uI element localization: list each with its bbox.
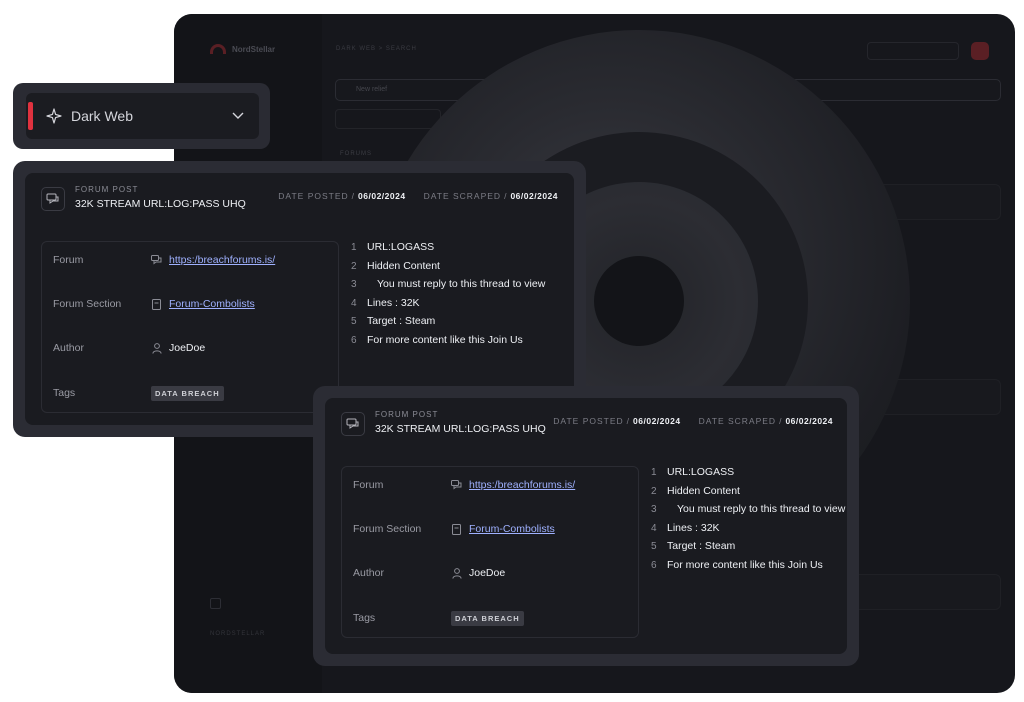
post-dates: DATE POSTED/06/02/2024 DATE SCRAPED/06/02… [553, 416, 833, 426]
forum-section-row: Forum Section Forum-Combolists [353, 519, 628, 539]
content-line: 6 For more content like this Join Us [651, 558, 823, 571]
chat-bubbles-icon [341, 412, 365, 436]
tag-badge[interactable]: DATA BREACH [451, 610, 524, 626]
date-posted-value: 06/02/2024 [358, 191, 406, 201]
author-value: JoeDoe [469, 567, 506, 579]
date-posted-value: 06/02/2024 [633, 416, 681, 426]
forum-post-card[interactable]: FORUM POST 32K STREAM URL:LOG:PASS UHQ D… [325, 398, 847, 654]
breadcrumb: DARK WEB > SEARCH [336, 46, 417, 52]
date-scraped-label: DATE SCRAPED [698, 416, 777, 426]
stage: NordStellar NORDSTELLAR DARK WEB > SEARC… [0, 0, 1024, 702]
forum-section-row: Forum Section Forum-Combolists [53, 294, 328, 314]
content-line: 3 You must reply to this thread to view [651, 503, 846, 515]
content-line: 6 For more content like this Join Us [351, 333, 523, 346]
tag-badge[interactable]: DATA BREACH [151, 385, 224, 401]
content-line: 1 URL:LOGASS [651, 466, 735, 478]
date-posted-label: DATE POSTED [278, 191, 349, 201]
user-icon [151, 342, 162, 354]
global-search[interactable] [867, 42, 959, 60]
source-dropdown[interactable]: Dark Web [26, 93, 259, 139]
forum-row: Forum https:/breachforums.is/ [353, 475, 628, 495]
post-content: 1 URL:LOGASS 2 Hidden Content 3 You must re… [651, 466, 847, 577]
date-scraped-value: 06/02/2024 [510, 191, 558, 201]
bookmark-icon [451, 523, 462, 535]
forum-link[interactable]: https:/breachforums.is/ [469, 479, 575, 491]
tags-row: Tags DATA BREACH [353, 608, 628, 628]
post-content: 1 URL:LOGASS 2 Hidden Content 3 You must re… [351, 241, 574, 352]
chat-icon [451, 480, 462, 491]
forum-post-card-frame: FORUM POST 32K STREAM URL:LOG:PASS UHQ D… [313, 386, 859, 666]
content-line: 3 You must reply to this thread to view [351, 278, 546, 290]
forum-section-label: Forum Section [53, 298, 122, 310]
brand-name: NordStellar [232, 44, 276, 54]
post-type: FORUM POST [375, 410, 439, 419]
sort-dropdown[interactable] [335, 109, 441, 129]
post-type: FORUM POST [75, 185, 139, 194]
forum-label: Forum [53, 254, 84, 266]
author-label: Author [53, 342, 84, 354]
author-label: Author [353, 567, 384, 579]
content-line: 5 Target : Steam [651, 540, 736, 552]
avatar[interactable] [971, 42, 989, 60]
tags-label: Tags [53, 387, 76, 399]
author-value: JoeDoe [169, 342, 206, 354]
tags-row: Tags DATA BREACH [53, 383, 328, 403]
search-input-value: New relief [356, 86, 388, 93]
chat-bubbles-icon [41, 187, 65, 211]
content-line: 2 Hidden Content [651, 484, 740, 497]
active-indicator [28, 102, 33, 130]
date-posted-label: DATE POSTED [553, 416, 624, 426]
workspace-name[interactable]: NORDSTELLAR [210, 631, 265, 637]
content-line: 4 Lines : 32K [351, 296, 420, 309]
forum-section-link[interactable]: Forum-Combolists [469, 523, 555, 535]
forum-link[interactable]: https:/breachforums.is/ [169, 254, 275, 266]
content-line: 1 URL:LOGASS [351, 241, 435, 253]
forum-section-label: Forum Section [353, 523, 422, 535]
post-dates: DATE POSTED/06/02/2024 DATE SCRAPED/06/02… [278, 191, 558, 201]
forum-section-link[interactable]: Forum-Combolists [169, 298, 255, 310]
source-dropdown-label: Dark Web [71, 108, 133, 124]
content-line: 2 Hidden Content [351, 259, 440, 272]
source-dropdown-frame: Dark Web [13, 83, 270, 149]
forum-row: Forum https:/breachforums.is/ [53, 250, 328, 270]
post-title: 32K STREAM URL:LOG:PASS UHQ [375, 423, 546, 435]
forum-label: Forum [353, 479, 384, 491]
author-row: Author JoeDoe [353, 563, 628, 583]
chevron-down-icon[interactable] [231, 109, 245, 123]
post-metadata: Forum https:/breachforums.is/ Forum Sect… [41, 241, 339, 413]
brand-logo: NordStellar [210, 44, 275, 54]
card-header: FORUM POST 32K STREAM URL:LOG:PASS UHQ D… [341, 410, 833, 450]
user-icon [451, 567, 462, 579]
logo-icon [210, 44, 226, 54]
content-line: 4 Lines : 32K [651, 521, 720, 534]
date-scraped-value: 06/02/2024 [785, 416, 833, 426]
bookmark-icon [151, 298, 162, 310]
post-title: 32K STREAM URL:LOG:PASS UHQ [75, 198, 246, 210]
decorative-disc-core [594, 256, 684, 346]
date-scraped-label: DATE SCRAPED [423, 191, 502, 201]
post-metadata: Forum https:/breachforums.is/ Forum Sect… [341, 466, 639, 638]
author-row: Author JoeDoe [53, 338, 328, 358]
collapse-sidebar-icon[interactable] [210, 598, 221, 609]
card-header: FORUM POST 32K STREAM URL:LOG:PASS UHQ D… [41, 185, 558, 225]
tags-label: Tags [353, 612, 376, 624]
content-line: 5 Target : Steam [351, 315, 436, 327]
sparkle-icon [45, 107, 63, 125]
chat-icon [151, 255, 162, 266]
tab-forums[interactable]: FORUMS [340, 151, 372, 157]
